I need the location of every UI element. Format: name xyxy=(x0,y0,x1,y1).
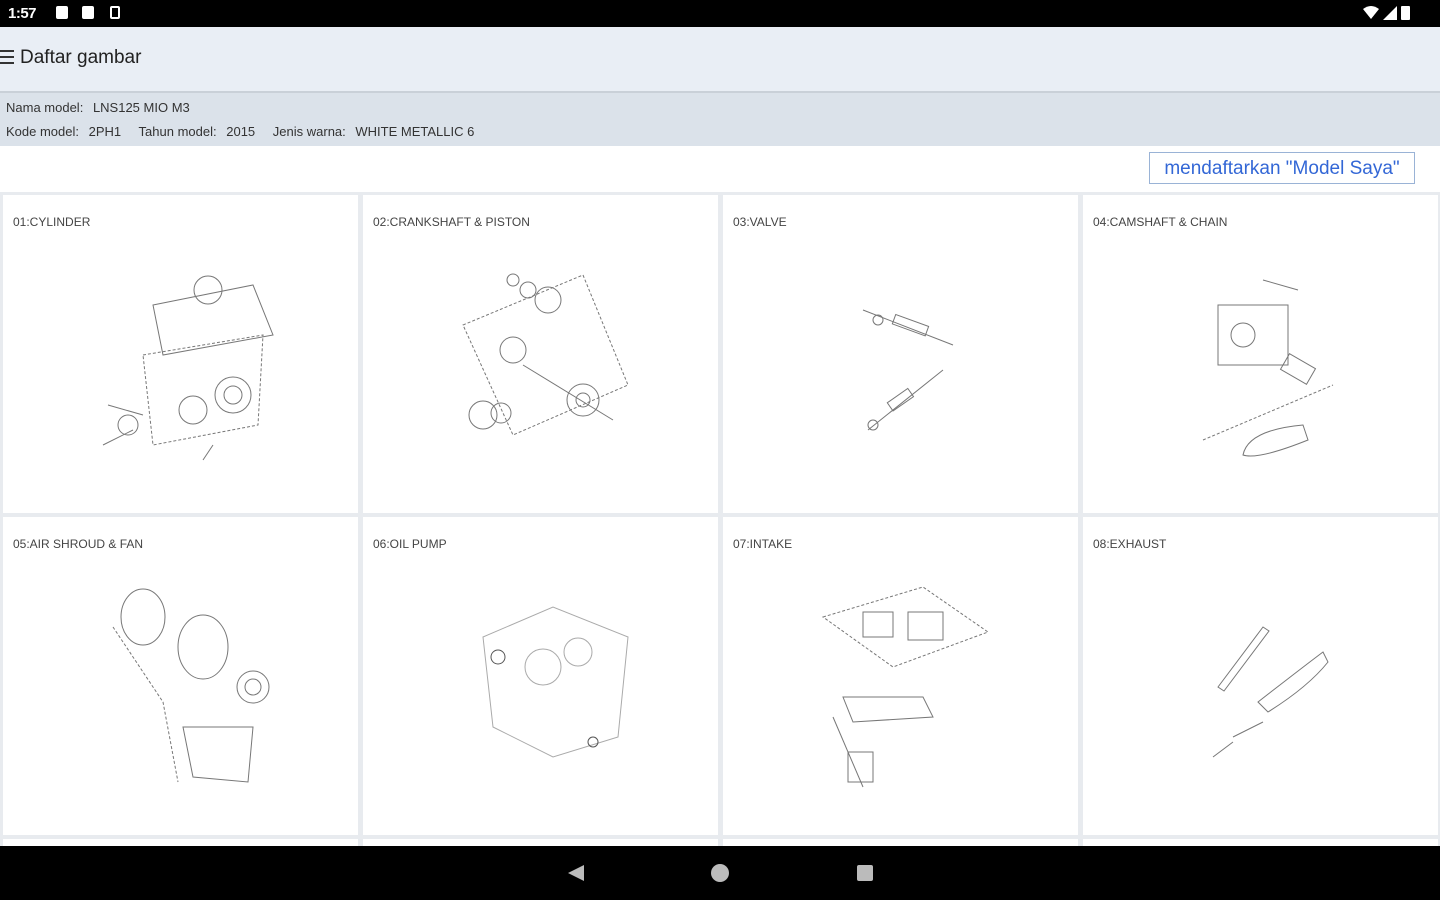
diagram-card-intake[interactable]: 07:INTAKE xyxy=(723,517,1078,835)
menu-icon[interactable] xyxy=(0,50,14,64)
diagram-label: 08:EXHAUST xyxy=(1093,537,1167,551)
model-name-value: LNS125 MIO M3 xyxy=(92,100,190,115)
diagram-card-oil-pump[interactable]: 06:OIL PUMP xyxy=(363,517,718,835)
cylinder-diagram-image xyxy=(102,275,274,461)
diagram-label: 05:AIR SHROUD & FAN xyxy=(13,537,144,551)
oil-pump-diagram-image xyxy=(482,606,629,758)
model-code-value: 2PH1 xyxy=(88,124,122,139)
diagram-card-exhaust[interactable]: 08:EXHAUST xyxy=(1083,517,1438,835)
color-type-label: Jenis warna: xyxy=(272,124,346,139)
model-code-row: Kode model: 2PH1 Tahun model: 2015 Jenis… xyxy=(6,124,488,139)
sd-card-icon xyxy=(82,6,94,19)
home-icon[interactable] xyxy=(710,863,730,883)
model-name-label: Nama model: xyxy=(6,100,84,115)
model-year-value: 2015 xyxy=(226,124,256,139)
system-nav-bar xyxy=(0,846,1440,900)
status-time: 1:57 xyxy=(8,5,37,22)
notification-icon xyxy=(56,6,68,19)
crankshaft-piston-diagram-image xyxy=(462,273,629,436)
diagram-label: 03:VALVE xyxy=(733,215,787,229)
valve-diagram-image xyxy=(862,309,954,431)
diagram-card-cylinder[interactable]: 01:CYLINDER xyxy=(3,195,358,513)
diagram-label: 01:CYLINDER xyxy=(13,215,91,229)
camshaft-chain-diagram-image xyxy=(1202,279,1334,457)
wifi-icon xyxy=(1363,5,1379,19)
diagram-label: 06:OIL PUMP xyxy=(373,537,447,551)
battery-icon xyxy=(1401,6,1410,20)
diagram-label: 04:CAMSHAFT & CHAIN xyxy=(1093,215,1228,229)
app-bar: Daftar gambar xyxy=(0,27,1440,93)
diagram-card-air-shroud-fan[interactable]: 05:AIR SHROUD & FAN xyxy=(3,517,358,835)
diagram-grid: 01:CYLINDER 02:CRANKSHAFT & PISTON 03:VA… xyxy=(0,192,1440,852)
intake-diagram-image xyxy=(821,586,990,788)
model-year-label: Tahun model: xyxy=(138,124,217,139)
diagram-label: 07:INTAKE xyxy=(733,537,793,551)
color-type-value: WHITE METALLIC 6 xyxy=(355,124,475,139)
cell-signal-icon xyxy=(1383,5,1397,20)
diagram-card-camshaft-chain[interactable]: 04:CAMSHAFT & CHAIN xyxy=(1083,195,1438,513)
recents-icon[interactable] xyxy=(855,863,875,883)
air-shroud-fan-diagram-image xyxy=(112,588,270,783)
battery-saver-icon xyxy=(110,6,120,19)
register-my-model-button[interactable]: mendaftarkan "Model Saya" xyxy=(1149,152,1415,184)
exhaust-diagram-image xyxy=(1212,626,1329,758)
model-name-row: Nama model: LNS125 MIO M3 xyxy=(6,100,204,115)
status-right-icons xyxy=(1363,5,1410,20)
model-info-panel: Nama model: LNS125 MIO M3 Kode model: 2P… xyxy=(0,93,1440,146)
diagram-card-crankshaft-piston[interactable]: 02:CRANKSHAFT & PISTON xyxy=(363,195,718,513)
page-title: Daftar gambar xyxy=(20,47,142,68)
back-icon[interactable] xyxy=(566,863,586,883)
status-bar: 1:57 xyxy=(0,0,1440,27)
diagram-label: 02:CRANKSHAFT & PISTON xyxy=(373,215,530,229)
model-code-label: Kode model: xyxy=(6,124,79,139)
diagram-card-valve[interactable]: 03:VALVE xyxy=(723,195,1078,513)
